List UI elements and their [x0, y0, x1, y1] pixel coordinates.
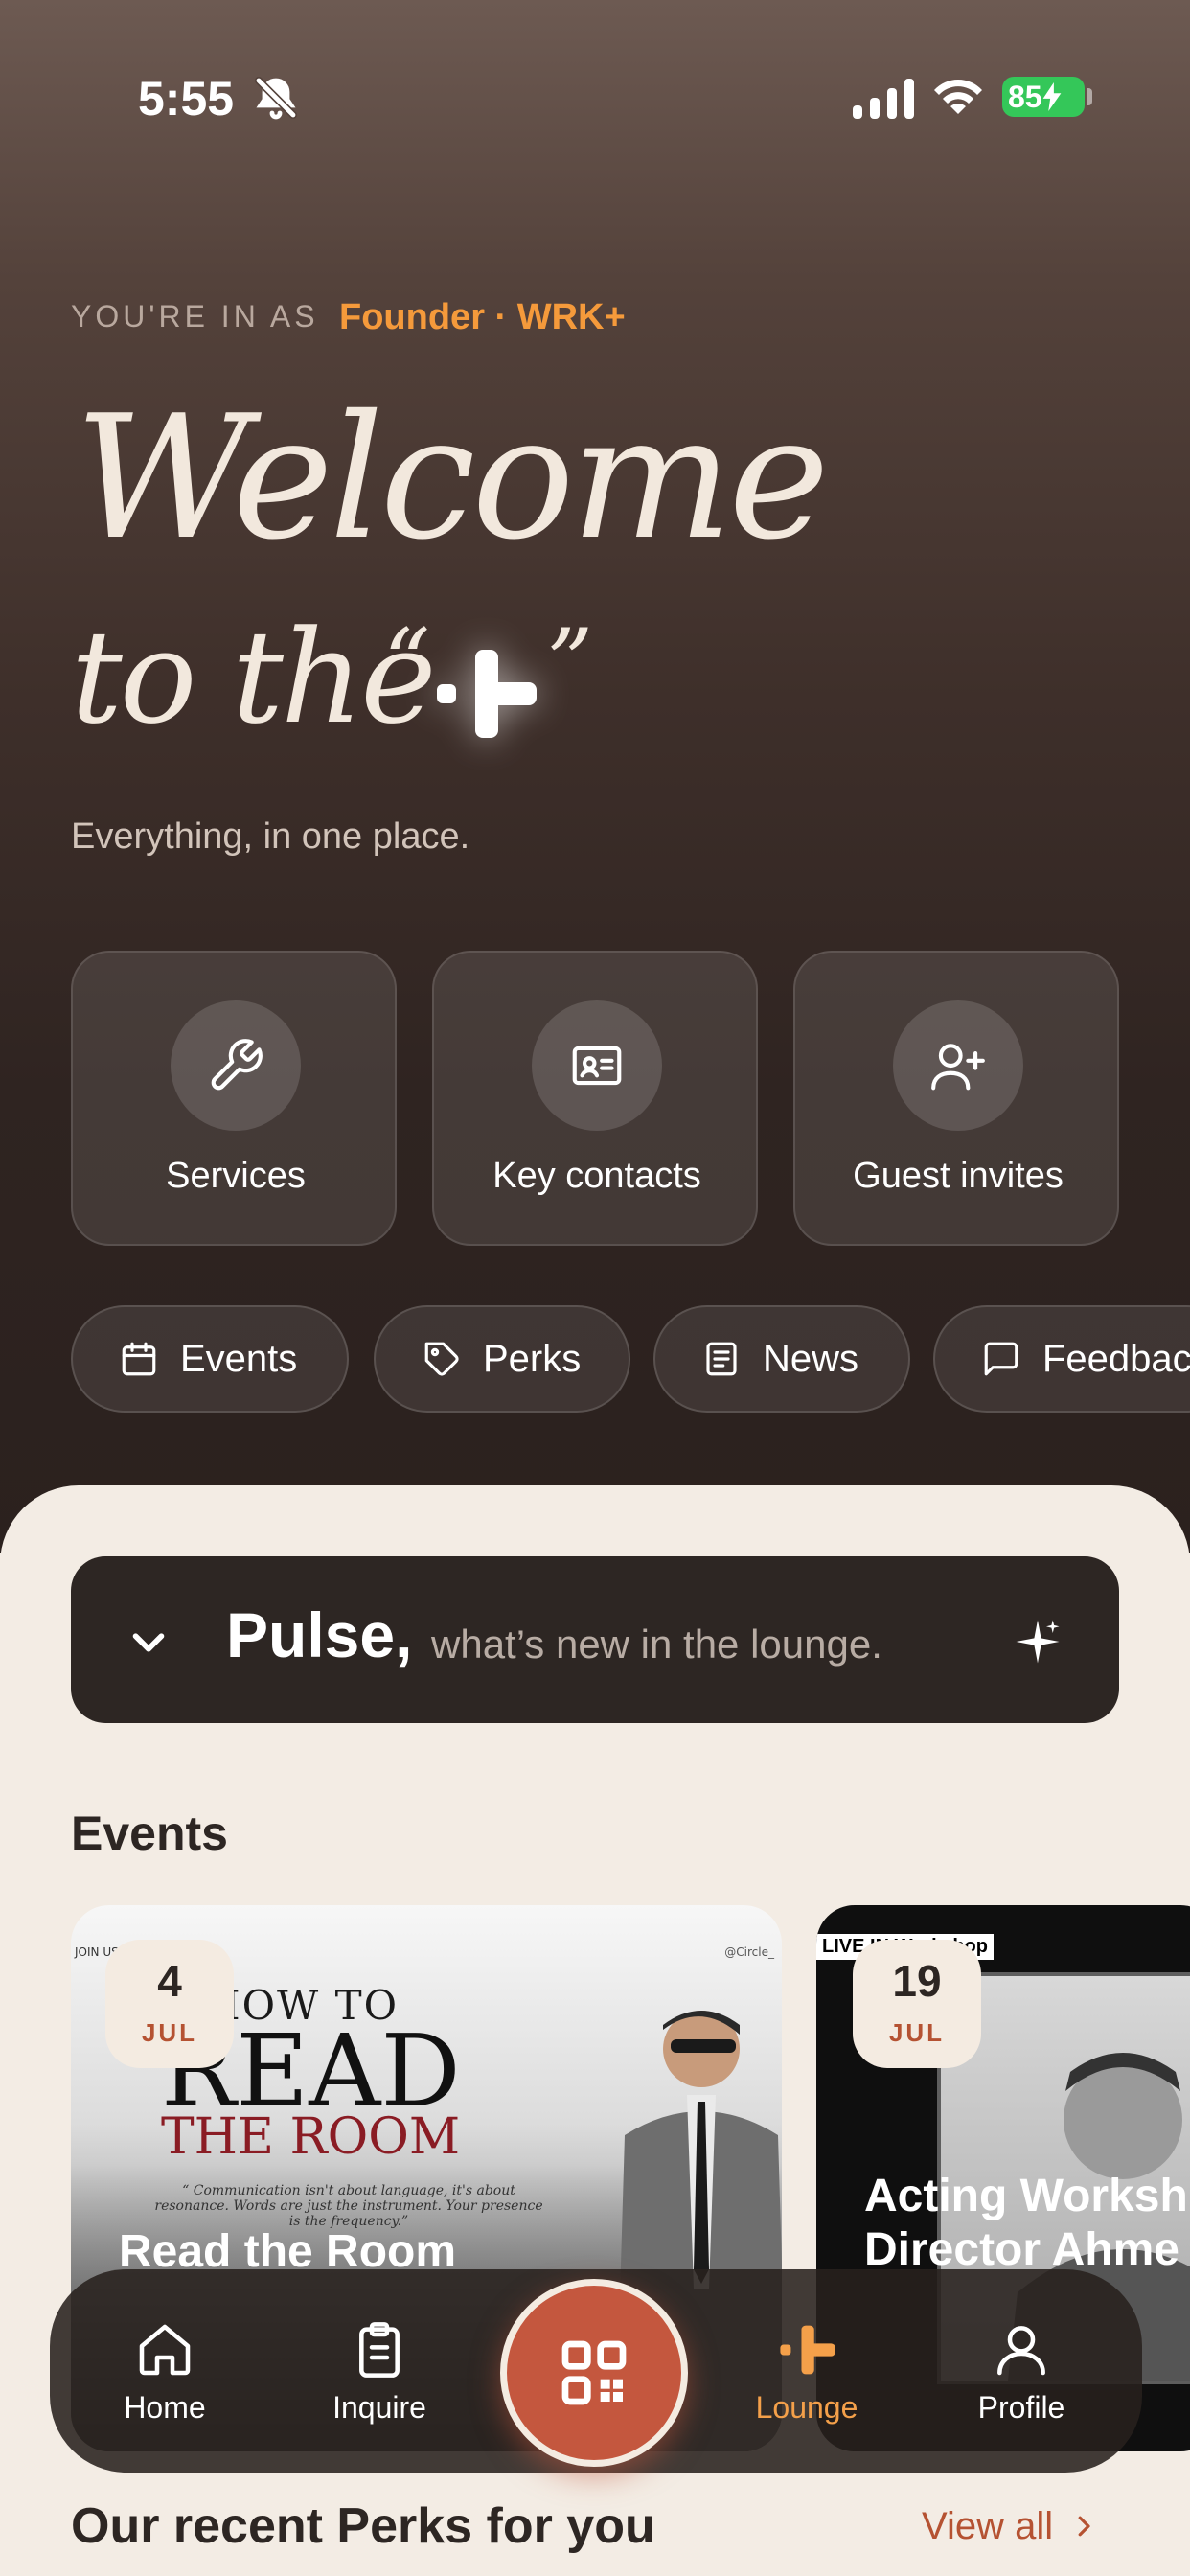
events-heading: Events	[71, 1806, 228, 1860]
chevron-right-icon	[1078, 2516, 1090, 2537]
status-time: 5:55	[138, 72, 235, 126]
key-contacts-icon-circle	[532, 1000, 662, 1131]
chip-feedback[interactable]: Feedback	[933, 1305, 1190, 1413]
event-day: 4	[157, 1956, 182, 2006]
tab-lounge-label: Lounge	[755, 2390, 858, 2425]
poster-line3: THE ROOM	[161, 2108, 461, 2166]
guest-invites-label: Guest invites	[853, 1156, 1064, 1196]
tab-lounge[interactable]: Lounge	[711, 2319, 903, 2426]
quote-open: “	[383, 610, 431, 717]
category-chips: Events Perks News Feedback	[71, 1305, 1190, 1414]
tagline: Everything, in one place.	[71, 816, 470, 857]
chip-events[interactable]: Events	[71, 1305, 349, 1413]
wrench-icon	[211, 1039, 263, 1091]
key-contacts-tile[interactable]: Key contacts	[432, 951, 758, 1246]
pulse-title: Pulse,	[226, 1599, 413, 1670]
battery-tip	[1087, 88, 1092, 105]
tab-profile[interactable]: Profile	[926, 2319, 1117, 2426]
bell-muted-icon	[255, 77, 297, 120]
cellular-signal-icon	[853, 79, 914, 119]
plus-logo-icon	[437, 650, 537, 738]
chat-icon	[984, 1342, 1018, 1376]
tab-inquire[interactable]: Inquire	[284, 2319, 475, 2426]
wifi-icon	[934, 80, 982, 114]
guest-invites-tile[interactable]: Guest invites	[793, 951, 1119, 1246]
role-value: Founder · WRK+	[339, 297, 626, 337]
battery-indicator: 85	[1002, 77, 1085, 117]
role-label: YOU'RE IN AS	[71, 299, 319, 334]
perks-heading: Our recent Perks for you	[71, 2498, 655, 2554]
chip-perks[interactable]: Perks	[374, 1305, 630, 1413]
clipboard-icon	[359, 2322, 400, 2378]
event-month: JUL	[141, 2018, 198, 2047]
chip-events-label: Events	[180, 1337, 298, 1380]
qr-code-icon	[561, 2340, 627, 2405]
services-label: Services	[166, 1156, 306, 1196]
view-all-link[interactable]: View all	[922, 2505, 1098, 2548]
charging-bolt-icon	[1042, 82, 1061, 111]
chip-news-label: News	[763, 1337, 859, 1380]
pulse-banner[interactable]: Pulse, what’s new in the lounge.	[71, 1556, 1119, 1723]
pulse-subtitle: what’s new in the lounge.	[431, 1622, 882, 1667]
poster-tag-right: @Circle_	[724, 1945, 774, 1959]
poster-quote: “ Communication isn't about language, it…	[154, 2183, 543, 2229]
key-contacts-label: Key contacts	[492, 1156, 701, 1196]
services-icon-circle	[171, 1000, 301, 1131]
chip-perks-label: Perks	[483, 1337, 582, 1380]
newspaper-icon	[706, 1342, 737, 1376]
event-title-line2: Director Ahme	[864, 2224, 1179, 2275]
plus-logo-icon	[780, 2325, 835, 2375]
event-title: Acting Worksh	[864, 2171, 1188, 2221]
tab-profile-label: Profile	[977, 2390, 1065, 2425]
status-bar: 5:55 85	[0, 0, 1190, 192]
tab-home[interactable]: Home	[69, 2319, 261, 2426]
services-tile[interactable]: Services	[71, 951, 397, 1246]
view-all-label: View all	[922, 2505, 1054, 2547]
battery-level: 85	[1008, 79, 1042, 114]
event-month: JUL	[888, 2018, 946, 2047]
guest-invites-icon-circle	[893, 1000, 1023, 1131]
event-date-badge: 19 JUL	[853, 1940, 981, 2068]
welcome-subheading: to the	[71, 603, 437, 752]
tab-inquire-label: Inquire	[332, 2390, 426, 2425]
contact-card-icon	[572, 1046, 622, 1086]
tag-icon	[424, 1342, 459, 1376]
chevron-down-icon	[132, 1633, 165, 1652]
event-date-badge: 4 JUL	[105, 1940, 234, 2068]
chip-feedback-label: Feedback	[1042, 1337, 1190, 1380]
home-icon	[139, 2324, 191, 2376]
calendar-icon	[122, 1342, 156, 1376]
qr-scan-button[interactable]	[500, 2279, 688, 2467]
tab-home-label: Home	[124, 2390, 206, 2425]
quote-close: ”	[546, 610, 594, 717]
add-user-icon	[931, 1044, 985, 1091]
event-day: 19	[892, 1956, 942, 2006]
sparkle-icon	[1016, 1620, 1060, 1664]
chip-news[interactable]: News	[653, 1305, 910, 1413]
quick-actions: Services Key contacts Guest invites	[71, 951, 1119, 1246]
user-icon	[997, 2326, 1045, 2376]
welcome-heading: Welcome	[75, 379, 830, 577]
